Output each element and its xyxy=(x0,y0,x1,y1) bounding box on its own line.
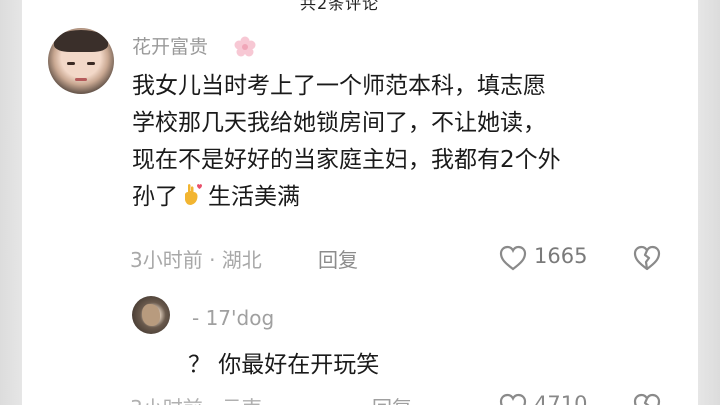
heart-outline-icon[interactable] xyxy=(498,244,528,272)
comment-body: 我女儿当时考上了一个师范本科，填志愿 学校那几天我给她锁房间了，不让她读， 现在… xyxy=(132,68,672,216)
comment-text-segment: 孙了 xyxy=(132,184,178,210)
like-count: 1665 xyxy=(534,244,588,268)
comment-username[interactable]: 花开富贵 xyxy=(132,32,208,59)
header-cut-text: 共2条评论 xyxy=(300,0,380,13)
comment-line-last: 孙了 生活美满 xyxy=(132,179,672,216)
heart-outline-icon[interactable] xyxy=(498,392,528,405)
user-avatar[interactable] xyxy=(48,28,114,94)
comment-panel: 共2条评论 花开富贵 我女儿当时考上了一个师范本科，填志愿 学校那几天我给她锁房… xyxy=(22,0,698,405)
flower-icon xyxy=(234,36,256,57)
reply-like-count: 4710 xyxy=(534,392,588,405)
comment-line: 学校那几天我给她锁房间了，不让她读， xyxy=(132,110,546,136)
broken-heart-icon[interactable] xyxy=(632,244,662,272)
comment-line: 我女儿当时考上了一个师范本科，填志愿 xyxy=(132,73,546,99)
screen-background: 共2条评论 花开富贵 我女儿当时考上了一个师范本科，填志愿 学校那几天我给她锁房… xyxy=(0,0,720,405)
comment-line: 现在不是好好的当家庭主妇，我都有2个外 xyxy=(132,147,561,173)
reply-user-avatar[interactable] xyxy=(132,296,170,334)
reply-reply-button[interactable]: 回复 xyxy=(372,392,412,405)
reply-button[interactable]: 回复 xyxy=(318,244,358,273)
reply-body: ？ 你最好在开玩笑 xyxy=(188,352,380,378)
reply-username[interactable]: - 17'dog xyxy=(192,306,274,330)
comment-text-segment: 生活美满 xyxy=(208,184,300,210)
broken-heart-icon[interactable] xyxy=(632,392,662,405)
hand-heart-emoji-icon xyxy=(185,184,202,205)
comment-timestamp-location: 3小时前 · 湖北 xyxy=(130,248,262,272)
reply-timestamp-location: 3小时前 · 云南 xyxy=(130,392,262,405)
